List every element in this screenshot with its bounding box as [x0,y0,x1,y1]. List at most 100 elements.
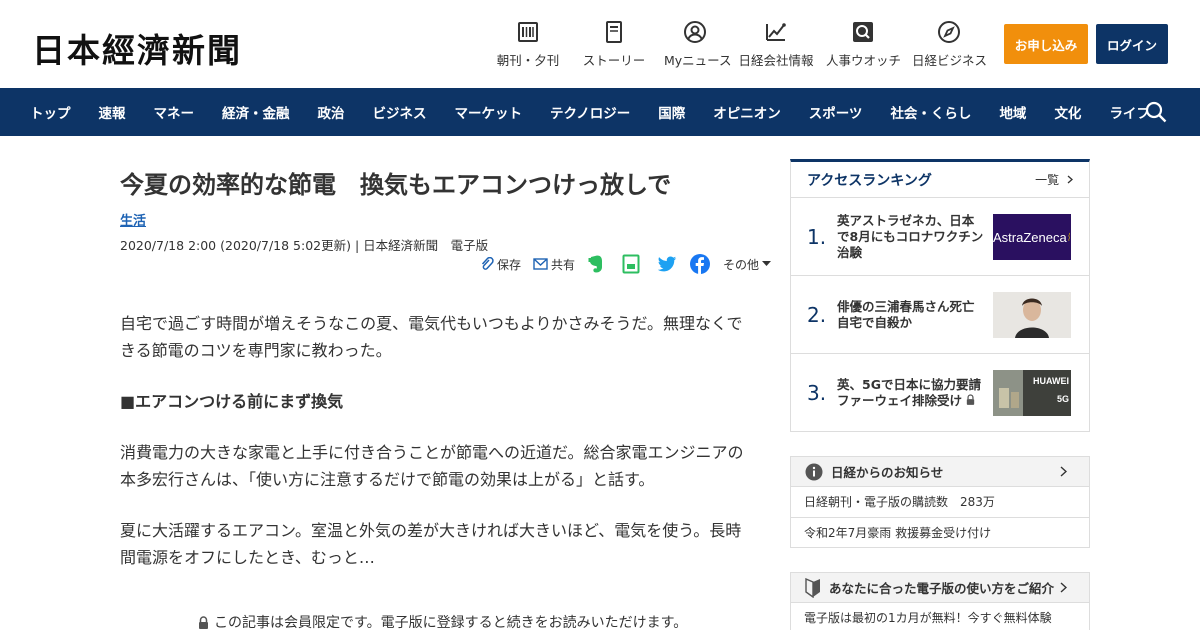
article-subheading: ■エアコンつける前にまず換気 [120,392,344,411]
subscribe-button[interactable]: お申し込み [1004,24,1088,64]
guide-link[interactable]: 電子版は最初の1カ月が無料！今すぐ無料体験 [791,603,1089,630]
nav-item-opinion[interactable]: オピニオン [713,102,781,122]
guide-header[interactable]: あなたに合った電子版の使い方をご紹介 [791,573,1089,603]
article-headline: 今夏の効率的な節電 換気もエアコンつけっ放しで [120,171,672,199]
login-button[interactable]: ログイン [1096,24,1168,64]
thumbnail-caption: AstraZeneca [993,229,1067,245]
notice-link[interactable]: 日経朝刊・電子版の購読数 283万 [791,487,1089,518]
ranking-item[interactable]: 3. 英、5Gで日本に協力要請 ファーウェイ排除受け HUAWEI 5G [791,354,1089,432]
evernote-icon [588,255,603,273]
guide-title: あなたに合った電子版の使い方をご紹介 [829,581,1055,596]
lock-icon [967,394,975,405]
ranking-item[interactable]: 2. 俳優の三浦春馬さん死亡 自宅で自殺か [791,276,1089,354]
topnav-label: ストーリー [582,53,646,68]
topnav-label: 人事ウオッチ [826,53,902,68]
nav-item-top[interactable]: トップ [30,102,71,122]
site-logo[interactable]: 日本經濟新聞 [32,24,242,72]
ranking-text: 俳優の三浦春馬さん死亡 自宅で自殺か [837,298,988,330]
article-meta: 2020/7/18 2:00 (2020/7/18 5:02更新) | 日本経済… [120,238,489,253]
nav-item-politics[interactable]: 政治 [318,102,345,122]
save-button[interactable]: 保存 [480,256,521,273]
hatena-button[interactable] [622,254,643,274]
story-icon [606,21,622,43]
paywall-text: この記事は会員限定です。電子版に登録すると続きをお読みいただけます。 [214,615,688,630]
topnav-label: 日経ビジネス [912,53,988,68]
ranking-title: アクセスランキング [807,172,932,189]
notices-title: 日経からのお知らせ [831,465,944,480]
info-icon [805,463,823,480]
beginner-mark-icon [805,577,820,598]
evernote-button[interactable] [587,254,608,274]
facebook-icon [690,254,711,274]
ranking-item[interactable]: 1. 英アストラゼネカ、日本で8月にもコロナワクチン治験 AstraZeneca [791,198,1089,276]
chart-icon [766,23,786,41]
magnifier-icon [853,22,873,42]
nav-item-technology[interactable]: テクノロジー [550,102,630,122]
site-header: 日本經濟新聞 朝刊・夕刊 ストーリー Myニュース 日経会社情報 人事ウオッチ … [0,0,1200,88]
topnav-label: Myニュース [664,53,732,68]
ranking-number: 1. [807,225,827,249]
category-navbar: トップ 速報 マネー 経済・金融 政治 ビジネス マーケット テクノロジー 国際… [0,88,1200,136]
article-paragraph: 消費電力の大きな家電と上手に付き合うことが節電への近道だ。総合家電エンジニアの本… [120,443,744,489]
compass-icon [938,21,960,43]
article-paragraph: 自宅で過ごす時間が増えそうなこの夏、電気代もいつもよりかさみそうだ。無理なくでき… [120,314,743,360]
nav-item-culture[interactable]: 文化 [1054,102,1081,122]
share-more-label: その他 [723,257,760,272]
nav-item-business[interactable]: ビジネス [373,102,427,122]
article-paragraph: 夏に大活躍するエアコン。室温と外気の差が大きければ大きいほど、電気を使う。長時間… [120,521,742,567]
chevron-right-icon [1067,175,1073,184]
ranking-more-link[interactable]: 一覧 [1035,171,1073,188]
nav-item-society[interactable]: 社会・くらし [890,102,971,122]
topnav-item-story[interactable]: ストーリー [576,20,652,69]
topnav-item-company[interactable]: 日経会社情報 [738,20,814,69]
ranking-more-label: 一覧 [1035,173,1060,187]
topnav-label: 朝刊・夕刊 [496,53,560,68]
ranking-thumbnail [993,292,1071,338]
article-category-link[interactable]: 生活 [120,210,146,229]
chevron-right-icon [1060,582,1067,593]
topnav-item-jinji[interactable]: 人事ウオッチ [826,20,902,69]
notice-link[interactable]: 令和2年7月豪雨 救援募金受け付け [791,518,1089,549]
nav-item-economy[interactable]: 経済・金融 [222,102,290,122]
share-more-dropdown[interactable]: その他 [723,256,774,273]
ranking-thumbnail: AstraZeneca [993,214,1071,260]
nav-item-money[interactable]: マネー [154,102,195,122]
ranking-text: 英、5Gで日本に協力要請 ファーウェイ排除受け [837,377,993,409]
ranking-header: アクセスランキング 一覧 [791,162,1089,198]
lock-icon [199,615,208,629]
topnav-item-paper[interactable]: 朝刊・夕刊 [492,20,564,69]
topnav-label: 日経会社情報 [738,53,814,68]
ranking-number: 2. [807,303,827,327]
nav-item-life[interactable]: ライフ [1109,102,1150,122]
article-body: 自宅で過ごす時間が増えそうなこの夏、電気代もいつもよりかさみそうだ。無理なくでき… [120,310,750,595]
topnav-item-mynews[interactable]: Myニュース [664,20,732,69]
share-label: 共有 [551,257,576,272]
top-nav: 朝刊・夕刊 ストーリー Myニュース 日経会社情報 人事ウオッチ 日経ビジネス [492,20,988,69]
nav-item-sports[interactable]: スポーツ [809,102,863,122]
nav-item-region[interactable]: 地域 [999,102,1026,122]
search-icon[interactable] [1145,101,1167,123]
topnav-item-business[interactable]: 日経ビジネス [912,20,988,69]
paywall-notice: この記事は会員限定です。電子版に登録すると続きをお読みいただけます。 [198,612,687,630]
notices-header[interactable]: 日経からのお知らせ [791,457,1089,487]
caret-down-icon [762,261,772,266]
ranking-number: 3. [807,381,827,405]
digital-guide: あなたに合った電子版の使い方をご紹介 電子版は最初の1カ月が無料！今すぐ無料体験 [790,572,1090,630]
thumbnail-caption: HUAWEI 5G [1033,376,1069,404]
nav-item-international[interactable]: 国際 [658,102,685,122]
share-mail-button[interactable]: 共有 [533,256,575,273]
share-toolbar: 保存 共有 その他 [480,254,774,274]
user-icon [684,21,706,43]
article: 今夏の効率的な節電 換気もエアコンつけっ放しで 生活 2020/7/18 2:0… [120,160,772,630]
nav-item-sokuho[interactable]: 速報 [99,102,126,122]
newspaper-icon [518,22,538,42]
ranking-thumbnail: HUAWEI 5G [993,370,1071,416]
astrazeneca-swirl-icon [1068,232,1070,242]
nav-item-market[interactable]: マーケット [455,102,523,122]
facebook-button[interactable] [690,254,713,274]
twitter-button[interactable] [657,256,680,273]
access-ranking: アクセスランキング 一覧 1. 英アストラゼネカ、日本で8月にもコロナワクチン治… [790,159,1090,432]
chevron-right-icon [1060,466,1067,477]
mail-icon [533,258,548,270]
save-label: 保存 [497,257,522,272]
